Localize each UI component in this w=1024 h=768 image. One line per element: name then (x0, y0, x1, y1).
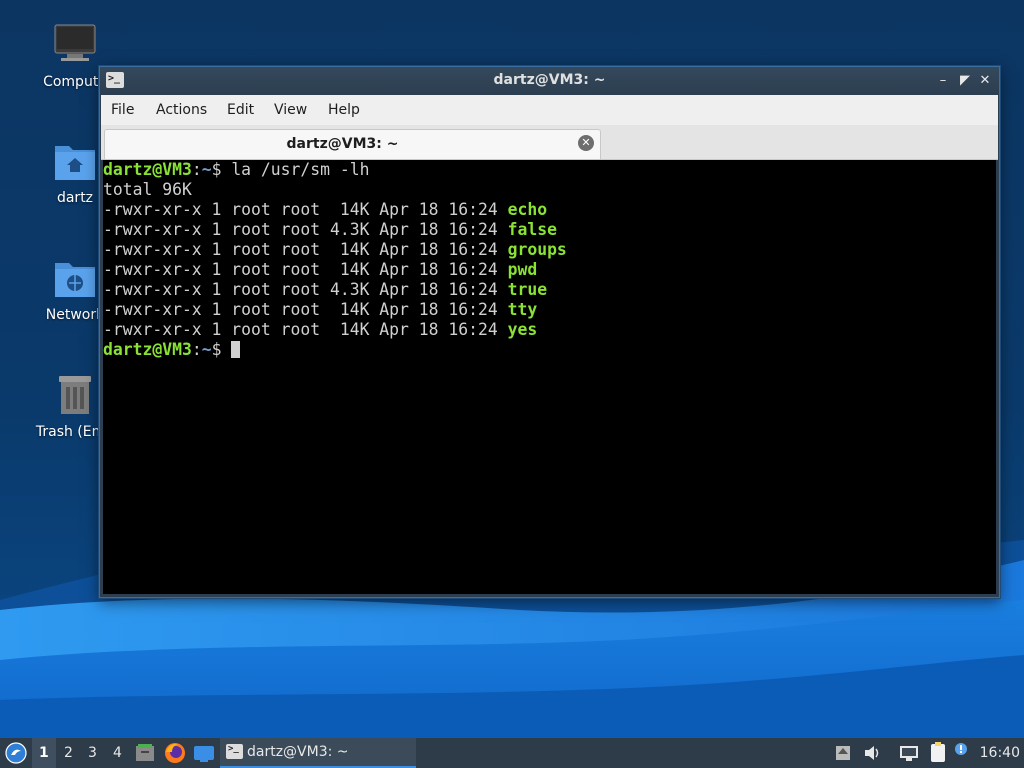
home-folder-icon (51, 138, 99, 186)
notification-icon (955, 743, 967, 755)
file-entry: -rwxr-xr-x 1 root root 4.3K Apr 18 16:24… (103, 220, 996, 240)
file-name: pwd (507, 260, 538, 279)
file-entry: -rwxr-xr-x 1 root root 14K Apr 18 16:24 … (103, 200, 996, 220)
desktop-2-button[interactable]: 2 (64, 745, 73, 761)
desktop-3-button[interactable]: 3 (88, 745, 97, 761)
show-desktop-button[interactable] (192, 738, 216, 768)
text-cursor (231, 341, 241, 358)
prompt-separator: : (191, 340, 202, 359)
window-titlebar[interactable]: >_ dartz@VM3: ~ – ◤ ✕ (100, 67, 999, 95)
command-line: dartz@VM3:~$ la /usr/sm -lh (103, 160, 996, 180)
menu-view[interactable]: View (274, 102, 307, 118)
prompt-user: dartz@VM3 (103, 340, 192, 359)
menu-edit[interactable]: Edit (227, 102, 254, 118)
network-folder-icon (51, 255, 99, 303)
file-meta: -rwxr-xr-x 1 root root 4.3K Apr 18 16:24 (103, 220, 508, 239)
start-menu-button[interactable] (4, 738, 28, 768)
desktop-1-button[interactable]: 1 (39, 745, 49, 761)
tab-close-icon[interactable]: ✕ (578, 135, 594, 151)
window-title: dartz@VM3: ~ (493, 72, 606, 88)
file-entry: -rwxr-xr-x 1 root root 14K Apr 18 16:24 … (103, 260, 996, 280)
taskbar-window-label: dartz@VM3: ~ (247, 744, 349, 760)
file-meta: -rwxr-xr-x 1 root root 14K Apr 18 16:24 (103, 300, 508, 319)
file-manager-icon (136, 744, 154, 761)
tab-bar: dartz@VM3: ~ ✕ (101, 125, 998, 160)
prompt-user: dartz@VM3 (103, 160, 192, 179)
tray-updates-button[interactable] (834, 738, 852, 768)
file-entry: -rwxr-xr-x 1 root root 4.3K Apr 18 16:24… (103, 280, 996, 300)
prompt-dir: ~ (201, 340, 212, 359)
prompt-dir: ~ (201, 160, 212, 179)
prompt-line: dartz@VM3:~$ (103, 340, 996, 360)
volume-button[interactable] (862, 738, 882, 768)
notification-button[interactable] (953, 738, 971, 768)
clipboard-icon (931, 742, 945, 762)
menu-bar: File Actions Edit View Help (101, 95, 998, 125)
tab-label: dartz@VM3: ~ (286, 136, 399, 152)
maximize-button[interactable]: ◤ (956, 72, 974, 90)
trash-icon (51, 372, 99, 420)
firefox-icon (165, 743, 185, 763)
file-meta: -rwxr-xr-x 1 root root 14K Apr 18 16:24 (103, 200, 508, 219)
volume-icon (865, 746, 879, 760)
file-meta: -rwxr-xr-x 1 root root 14K Apr 18 16:24 (103, 320, 508, 339)
terminal-icon: >_ (226, 744, 243, 759)
taskbar-window-terminal[interactable]: >_ dartz@VM3: ~ (220, 738, 416, 768)
prompt-end: $ (211, 160, 232, 179)
file-name: yes (507, 320, 538, 339)
terminal-output[interactable]: dartz@VM3:~$ la /usr/sm -lh total 96K -r… (103, 160, 996, 594)
file-name: tty (507, 300, 538, 319)
file-name: echo (507, 200, 548, 219)
file-entry: -rwxr-xr-x 1 root root 14K Apr 18 16:24 … (103, 240, 996, 260)
desktop-4-button[interactable]: 4 (113, 745, 122, 761)
menu-file[interactable]: File (111, 102, 134, 118)
file-entry: -rwxr-xr-x 1 root root 14K Apr 18 16:24 … (103, 300, 996, 320)
prompt-end: $ (211, 340, 232, 359)
tab-terminal[interactable]: dartz@VM3: ~ ✕ (104, 129, 601, 159)
file-name: true (507, 280, 548, 299)
total-line: total 96K (103, 180, 192, 199)
network-button[interactable] (898, 738, 920, 768)
command-text: la /usr/sm -lh (231, 160, 370, 179)
file-meta: -rwxr-xr-x 1 root root 4.3K Apr 18 16:24 (103, 280, 508, 299)
menu-actions[interactable]: Actions (156, 102, 207, 118)
clipboard-button[interactable] (927, 738, 949, 768)
update-notifier-icon (836, 746, 850, 760)
minimize-button[interactable]: – (934, 72, 952, 90)
lubuntu-logo-icon (5, 742, 27, 764)
file-entry: -rwxr-xr-x 1 root root 14K Apr 18 16:24 … (103, 320, 996, 340)
firefox-launcher[interactable] (163, 738, 187, 768)
terminal-icon-glyph: >_ (228, 744, 239, 754)
file-manager-launcher[interactable] (134, 738, 156, 768)
menu-help[interactable]: Help (328, 102, 360, 118)
file-meta: -rwxr-xr-x 1 root root 14K Apr 18 16:24 (103, 260, 508, 279)
prompt-separator: : (191, 160, 202, 179)
computer-icon (51, 22, 99, 70)
close-button[interactable]: ✕ (976, 72, 994, 90)
clock[interactable]: 16:40 (980, 745, 1020, 761)
file-name: false (507, 220, 557, 239)
network-wired-icon (900, 746, 918, 761)
file-meta: -rwxr-xr-x 1 root root 14K Apr 18 16:24 (103, 240, 508, 259)
terminal-window: >_ dartz@VM3: ~ – ◤ ✕ File Actions Edit … (99, 66, 1000, 598)
taskbar: 1 2 3 4 >_ dartz@VM3: ~ 16:40 (0, 738, 1024, 768)
show-desktop-icon (194, 746, 214, 762)
file-name: groups (507, 240, 567, 259)
